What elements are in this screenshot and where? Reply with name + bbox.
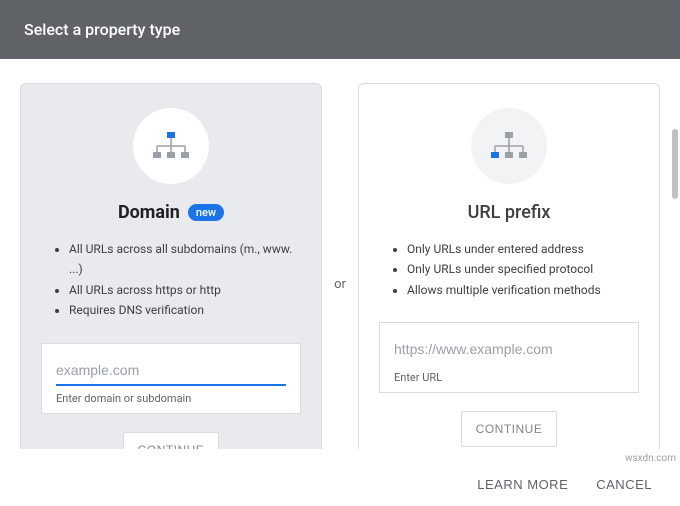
url-hint: Enter URL [394,371,624,384]
domain-bullets: All URLs across all subdomains (m., www.… [41,239,301,321]
learn-more-button[interactable]: LEARN MORE [477,477,568,492]
list-item: All URLs across all subdomains (m., www.… [69,239,301,280]
list-item: All URLs across https or http [69,280,301,300]
url-continue-button[interactable]: CONTINUE [461,411,558,447]
domain-hint: Enter domain or subdomain [56,392,286,405]
scrollbar-thumb[interactable] [672,129,678,199]
domain-icon [133,108,209,184]
separator-label: or [334,277,346,292]
url-title: URL prefix [468,202,551,223]
domain-input[interactable] [56,358,286,386]
dialog-content: Domain new All URLs across all subdomain… [0,59,680,449]
dialog-title: Select a property type [24,20,180,39]
url-prefix-card[interactable]: URL prefix Only URLs under entered addre… [358,83,660,449]
dialog-header: Select a property type [0,0,680,59]
list-item: Allows multiple verification methods [407,280,639,300]
list-item: Requires DNS verification [69,300,301,320]
domain-input-box: Enter domain or subdomain [41,343,301,414]
url-prefix-icon [471,108,547,184]
new-badge: new [188,204,224,221]
cancel-button[interactable]: CANCEL [596,477,652,492]
dialog-footer: LEARN MORE CANCEL [0,463,680,506]
separator: or [322,83,358,449]
domain-title: Domain [118,202,180,223]
list-item: Only URLs under specified protocol [407,259,639,279]
domain-title-row: Domain new [118,202,224,223]
domain-continue-button[interactable]: CONTINUE [123,432,220,449]
url-title-row: URL prefix [468,202,551,223]
cards-row: Domain new All URLs across all subdomain… [0,59,680,449]
url-input-box: Enter URL [379,322,639,393]
domain-card[interactable]: Domain new All URLs across all subdomain… [20,83,322,449]
url-input[interactable] [394,337,624,365]
url-bullets: Only URLs under entered address Only URL… [379,239,639,300]
list-item: Only URLs under entered address [407,239,639,259]
